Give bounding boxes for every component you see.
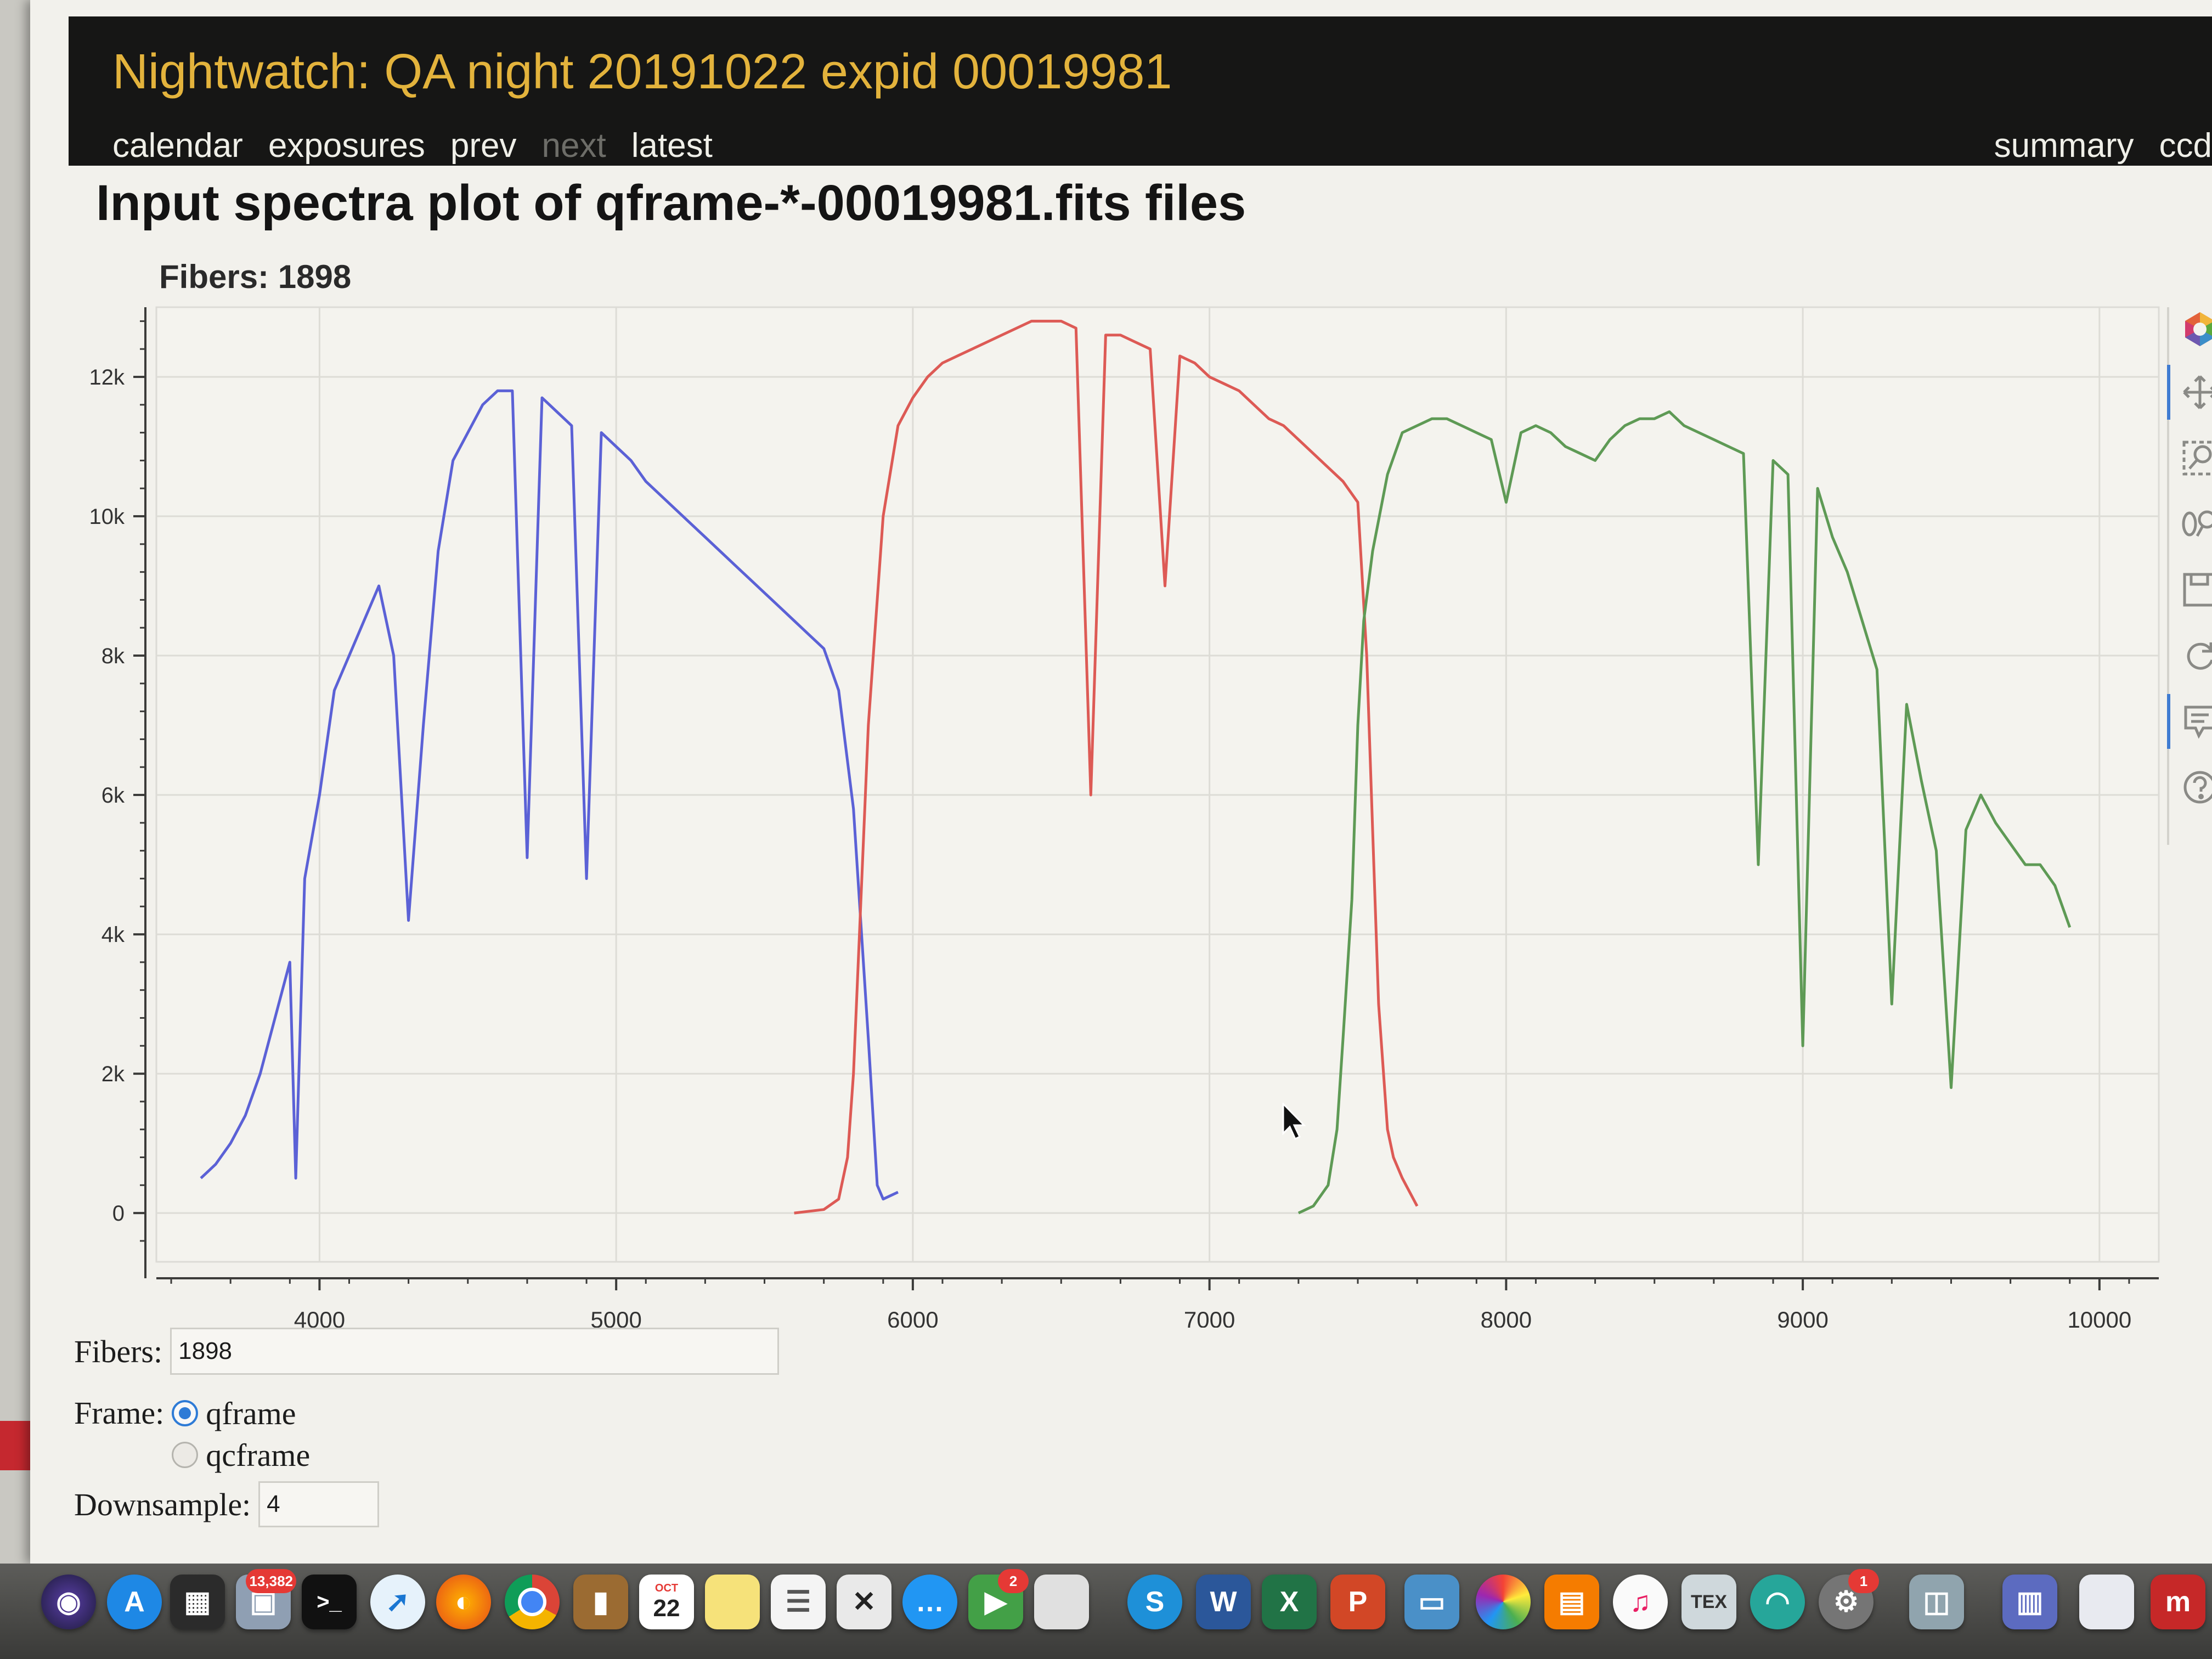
nav-next-link: next: [541, 127, 606, 165]
box-zoom-icon[interactable]: [2178, 436, 2212, 480]
skype-icon[interactable]: S: [1127, 1575, 1182, 1629]
textedit-icon[interactable]: [1034, 1575, 1089, 1629]
wheel-zoom-icon[interactable]: [2178, 502, 2212, 546]
help-icon[interactable]: [2178, 765, 2212, 809]
frame-radio-group: qframe qcframe: [172, 1392, 310, 1476]
books-icon[interactable]: ▤: [1544, 1575, 1599, 1629]
siri-icon[interactable]: ◉: [41, 1575, 96, 1629]
page-title: Input spectra plot of qframe-*-00019981.…: [96, 175, 1246, 231]
photos-app-icon[interactable]: ▣ 13,382: [236, 1569, 296, 1629]
nav-latest-link[interactable]: latest: [631, 126, 713, 165]
calendar-day: 22: [653, 1594, 680, 1622]
frame-option-qcframe[interactable]: qcframe: [172, 1434, 310, 1476]
fibers-input[interactable]: [170, 1328, 780, 1375]
x-tick-label: 4000: [294, 1307, 345, 1328]
reset-icon[interactable]: [2178, 634, 2212, 678]
notes-icon[interactable]: [705, 1575, 760, 1629]
system-preferences-icon[interactable]: ⚙ 1: [1819, 1569, 1879, 1629]
tex-shop-icon[interactable]: TEX: [1681, 1575, 1736, 1629]
safari-icon[interactable]: ➚: [370, 1575, 425, 1629]
frame-option-label: qframe: [206, 1395, 296, 1431]
downsample-row: Downsample:: [74, 1481, 380, 1527]
nav-prev-link[interactable]: prev: [450, 126, 517, 165]
nav-ccd-link[interactable]: ccd: [2159, 126, 2212, 165]
facetime-badge: 2: [998, 1569, 1029, 1593]
firefox-icon[interactable]: ◐: [436, 1575, 491, 1629]
radio-checked-icon[interactable]: [172, 1400, 199, 1426]
frame-option-qframe[interactable]: qframe: [172, 1392, 310, 1434]
calendar-app-icon[interactable]: OCT 22: [639, 1575, 694, 1629]
screenshot-icon[interactable]: ◫: [1909, 1575, 1964, 1629]
frame-option-label: qcframe: [206, 1437, 311, 1473]
skype-letter: S: [1145, 1586, 1165, 1618]
keynote-icon[interactable]: ▭: [1404, 1575, 1459, 1629]
browser-window: Nightwatch: QA night 20191022 expid 0001…: [30, 0, 2212, 1564]
downloads-stack-icon[interactable]: ▥: [2002, 1575, 2057, 1629]
nav-calendar-link[interactable]: calendar: [112, 126, 243, 165]
reminders-icon[interactable]: ☰: [771, 1575, 826, 1629]
chrome-icon[interactable]: [505, 1575, 560, 1629]
terminal-icon[interactable]: >_: [302, 1575, 357, 1629]
messages-icon[interactable]: …: [902, 1575, 957, 1629]
powerpoint-letter: P: [1348, 1586, 1368, 1618]
facetime-icon[interactable]: ▶ 2: [968, 1569, 1029, 1629]
bokeh-logo-icon[interactable]: [2178, 307, 2212, 351]
pan-tool-icon[interactable]: [2167, 365, 2212, 420]
y-tick-label: 0: [112, 1201, 125, 1226]
x-tick-label: 10000: [2067, 1307, 2131, 1328]
banner-title: Nightwatch: QA night 20191022 expid 0001…: [112, 44, 1172, 99]
fibers-row: Fibers:: [74, 1328, 780, 1375]
powerpoint-icon[interactable]: P: [1330, 1575, 1385, 1629]
save-icon[interactable]: [2178, 568, 2212, 612]
downsample-input[interactable]: [258, 1481, 380, 1527]
calendar-month: OCT: [654, 1582, 679, 1594]
word-letter: W: [1210, 1586, 1237, 1618]
excel-letter: X: [1279, 1586, 1299, 1618]
fibers-label: Fibers:: [74, 1333, 163, 1369]
y-tick-label: 4k: [101, 923, 125, 947]
x11-icon[interactable]: ✕: [837, 1575, 891, 1629]
plot-toolbar: [2167, 307, 2212, 845]
y-tick-label: 8k: [101, 644, 125, 668]
mission-control-icon[interactable]: ▦: [170, 1575, 225, 1629]
x-tick-label: 5000: [590, 1307, 641, 1328]
hover-tool-icon[interactable]: [2167, 694, 2212, 749]
photos-icon[interactable]: [1476, 1575, 1531, 1629]
x-tick-label: 8000: [1481, 1307, 1532, 1328]
radio-unchecked-icon[interactable]: [172, 1442, 199, 1468]
y-tick-label: 6k: [101, 783, 125, 808]
photos-badge: 13,382: [246, 1569, 296, 1593]
mouse-cursor-icon: [1282, 1103, 1306, 1141]
trash-area-icon[interactable]: m: [2151, 1575, 2205, 1629]
prefs-badge: 1: [1848, 1569, 1879, 1593]
nav-right: summary ccd: [1994, 126, 2212, 165]
y-tick-label: 12k: [89, 365, 125, 390]
frame-row: Frame: qframe qcframe: [74, 1392, 310, 1476]
spectra-plot[interactable]: 4000 5000 6000 7000 8000 9000 10000 0 2k 4k 6k 8k 10…: [74, 285, 2170, 1328]
frame-label: Frame:: [74, 1395, 165, 1431]
nav-summary-link[interactable]: summary: [1994, 126, 2134, 165]
notebook-app-icon[interactable]: ▮: [573, 1575, 628, 1629]
excel-icon[interactable]: X: [1262, 1575, 1317, 1629]
documents-stack-icon[interactable]: [2079, 1575, 2134, 1629]
nav-exposures-link[interactable]: exposures: [268, 126, 425, 165]
network-app-icon[interactable]: ◠: [1750, 1575, 1805, 1629]
tex-label: TEX: [1690, 1591, 1728, 1612]
y-tick-label: 2k: [101, 1062, 125, 1086]
y-tick-label: 10k: [89, 505, 125, 529]
nightwatch-banner: Nightwatch: QA night 20191022 expid 0001…: [69, 16, 2212, 166]
x-tick-label: 9000: [1777, 1307, 1828, 1328]
x-tick-label: 7000: [1184, 1307, 1235, 1328]
downsample-label: Downsample:: [74, 1486, 251, 1522]
word-icon[interactable]: W: [1196, 1575, 1251, 1629]
music-icon[interactable]: ♫: [1613, 1575, 1668, 1629]
spreadsheet-red-tab: [0, 1421, 33, 1470]
x-tick-label: 6000: [887, 1307, 938, 1328]
nav-left: calendar exposures prev next latest: [112, 126, 713, 165]
app-store-icon[interactable]: A: [107, 1575, 162, 1629]
